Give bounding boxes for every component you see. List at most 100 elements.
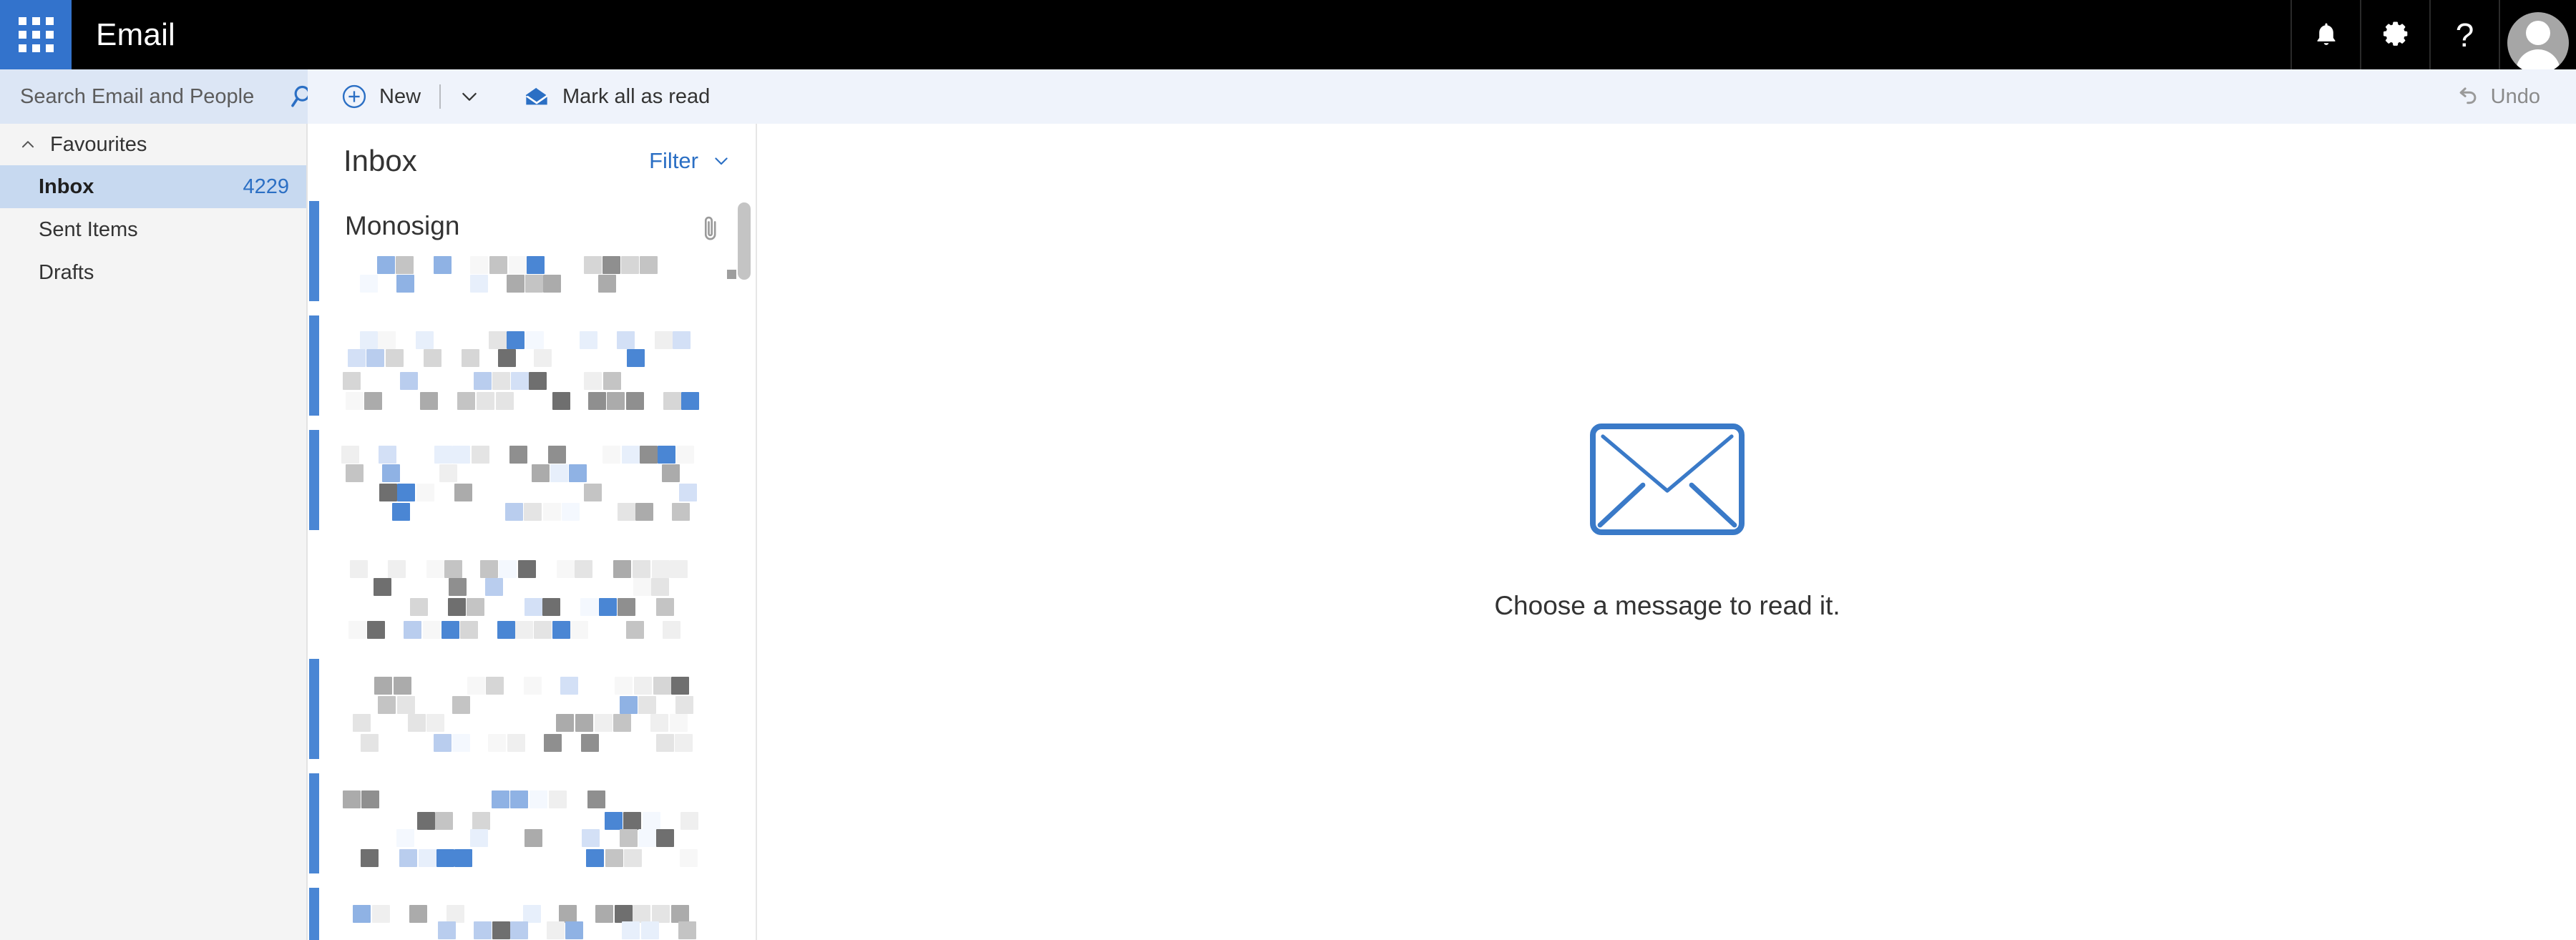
scrollbar-thumb[interactable] [738, 202, 751, 280]
redacted-text-block [515, 621, 533, 639]
redacted-text-block [496, 392, 514, 410]
redacted-text-block [492, 921, 510, 939]
sidebar-item-inbox[interactable]: Inbox 4229 [0, 165, 306, 208]
redacted-text-block [348, 621, 366, 639]
app-launcher-button[interactable] [0, 0, 72, 69]
settings-button[interactable] [2360, 0, 2429, 69]
redacted-text-block [447, 905, 464, 923]
redacted-text-block [650, 714, 668, 732]
unread-accent-bar [309, 315, 319, 416]
redacted-text-block [360, 275, 378, 293]
redacted-text-block [523, 905, 541, 923]
redacted-text-block [549, 790, 567, 808]
redacted-text-block [374, 677, 392, 695]
search-box[interactable] [0, 69, 311, 124]
mark-all-as-read-button[interactable]: Mark all as read [515, 69, 717, 124]
redacted-text-block [543, 275, 561, 293]
redacted-text-block [557, 560, 575, 578]
new-message-dropdown-button[interactable] [452, 85, 487, 108]
redacted-text-block [509, 256, 527, 274]
redacted-text-block [635, 503, 653, 521]
redacted-text-block [524, 503, 542, 521]
avatar-head-icon [2526, 21, 2550, 45]
filter-button[interactable]: Filter [649, 148, 731, 174]
redacted-text-block [678, 921, 696, 939]
redacted-text-block [474, 372, 492, 390]
redacted-text-block [388, 560, 406, 578]
redacted-text-block [602, 256, 620, 274]
message-list-item[interactable] [308, 542, 756, 652]
redacted-text-block [569, 464, 587, 482]
redacted-text-block [360, 331, 378, 349]
redacted-text-block [676, 446, 694, 464]
redacted-text-block [584, 372, 602, 390]
redacted-text-block [497, 621, 515, 639]
redacted-text-block [507, 331, 525, 349]
redacted-text-block [457, 392, 475, 410]
redacted-text-block [488, 734, 506, 752]
account-avatar-button[interactable] [2499, 0, 2576, 69]
redacted-text-block [542, 598, 560, 616]
redacted-text-block [575, 560, 592, 578]
sidebar-item-count: 4229 [243, 175, 289, 198]
redacted-text-block [392, 503, 410, 521]
redacted-text-block [565, 921, 583, 939]
new-message-button[interactable]: New [333, 69, 428, 124]
redacted-text-block [656, 829, 674, 847]
avatar-body-icon [2516, 49, 2560, 69]
undo-label: Undo [2490, 84, 2540, 108]
redacted-text-block [595, 905, 613, 923]
redacted-text-block [492, 372, 510, 390]
help-button[interactable]: ? [2429, 0, 2499, 69]
message-list-header: Inbox Filter [308, 124, 756, 198]
redacted-text-block [438, 921, 456, 939]
favourites-group-header[interactable]: Favourites [0, 124, 306, 165]
redacted-text-block [529, 372, 547, 390]
redacted-text-block [617, 331, 635, 349]
redacted-text-block [361, 734, 379, 752]
chevron-down-icon [462, 92, 477, 101]
message-list-item[interactable] [308, 656, 756, 766]
redacted-text-block [379, 446, 396, 464]
notifications-button[interactable] [2290, 0, 2360, 69]
redacted-text-block [615, 905, 633, 923]
undo-button[interactable]: Undo [2448, 69, 2547, 124]
redacted-text-block [641, 921, 659, 939]
message-list-item[interactable]: Monosign [308, 198, 756, 308]
message-list-scrollbar[interactable] [727, 201, 751, 937]
redacted-text-block [518, 560, 536, 578]
redacted-text-block [498, 349, 516, 367]
redacted-text-block [552, 392, 570, 410]
search-input[interactable] [0, 84, 290, 109]
sidebar-item-label: Inbox [39, 175, 94, 198]
redacted-text-block [467, 598, 484, 616]
redacted-text-block [638, 696, 656, 714]
message-list-item[interactable] [308, 885, 756, 940]
redacted-text-block [420, 392, 438, 410]
redacted-text-block [507, 275, 525, 293]
redacted-text-block [653, 677, 671, 695]
command-bar: New Mark all as read Undo [308, 69, 2576, 124]
message-list-item[interactable] [308, 427, 756, 537]
sidebar-item-sent-items[interactable]: Sent Items [0, 208, 306, 251]
redacted-text-block [675, 696, 693, 714]
chevron-down-icon [711, 151, 731, 171]
message-list-item[interactable] [308, 313, 756, 423]
redacted-text-block [640, 446, 658, 464]
redacted-text-block [527, 256, 545, 274]
sidebar-item-drafts[interactable]: Drafts [0, 251, 306, 294]
bell-icon [2316, 23, 2336, 45]
redacted-text-block [346, 392, 364, 410]
redacted-text-block [543, 503, 561, 521]
redacted-text-block [622, 921, 640, 939]
redacted-text-block [419, 849, 436, 867]
message-list[interactable]: Monosign [308, 198, 756, 940]
unread-accent-bar [309, 659, 319, 759]
message-list-item[interactable] [308, 770, 756, 881]
sidebar-item-label: Drafts [39, 260, 94, 284]
folder-sidebar: Favourites Inbox 4229 Sent Items Drafts [0, 124, 308, 940]
message-sender: Monosign [345, 211, 460, 240]
redacted-text-block [599, 598, 617, 616]
redacted-text-block [382, 464, 400, 482]
